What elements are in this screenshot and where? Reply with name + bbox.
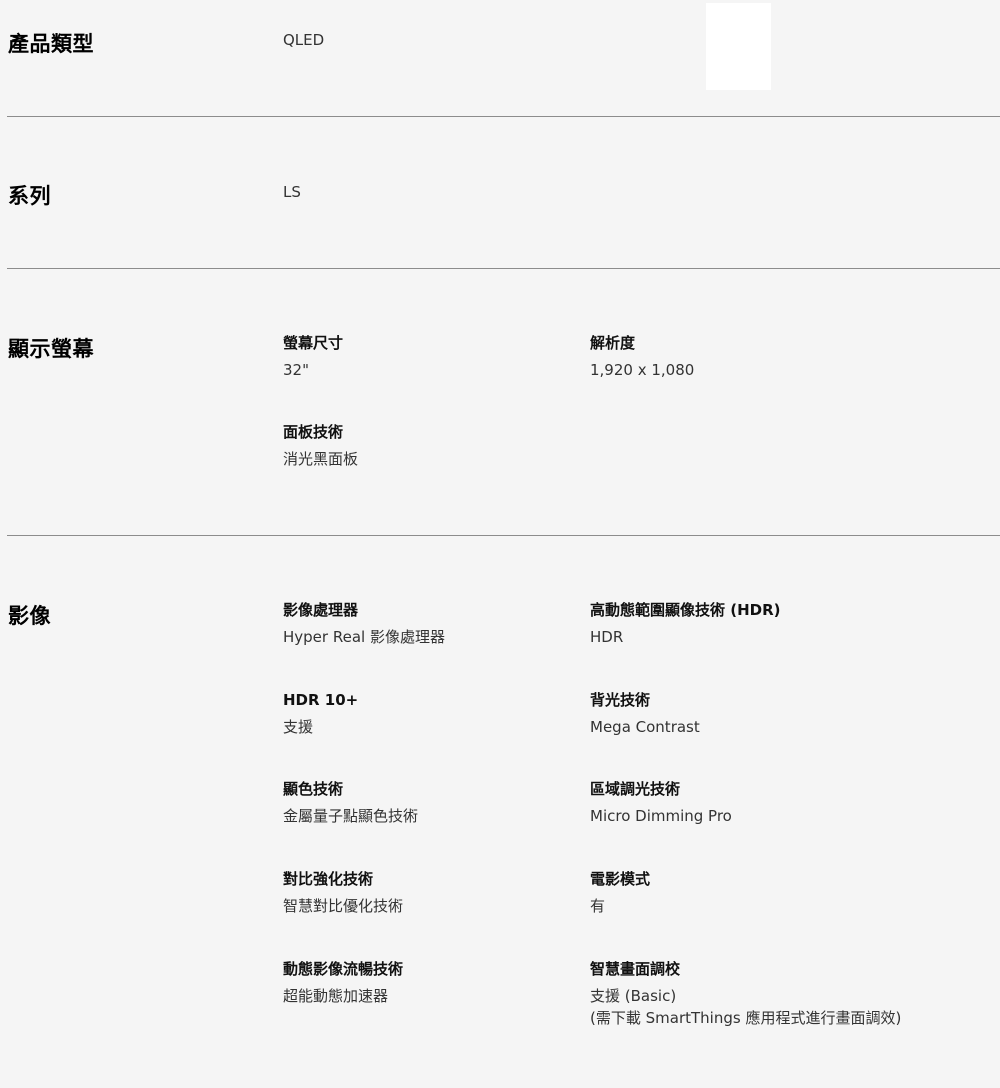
spec-label: 智慧畫面調校 <box>590 960 681 978</box>
spec-value: 超能動態加速器 <box>283 987 389 1005</box>
spec-item-local-dimming: 區域調光技術 Micro Dimming Pro <box>590 779 910 827</box>
spec-value: 金屬量子點顯色技術 <box>283 807 419 825</box>
spec-label: 動態影像流暢技術 <box>283 960 404 978</box>
spec-value: 支援 <box>283 718 314 736</box>
spec-item-film-mode: 電影模式 有 <box>590 869 910 917</box>
product-type-title: 產品類型 <box>8 32 94 56</box>
series-value: LS <box>283 183 301 201</box>
spec-label: 對比強化技術 <box>283 870 374 888</box>
display-title: 顯示螢幕 <box>8 337 94 361</box>
spec-value: 32" <box>283 361 309 379</box>
spec-item-hdr: 高動態範圍顯像技術 (HDR) HDR <box>590 600 990 648</box>
spec-item-image-processor: 影像處理器 Hyper Real 影像處理器 <box>283 600 603 648</box>
spec-item-smart-calibration: 智慧畫面調校 支援 (Basic) (需下載 SmartThings 應用程式進… <box>590 959 990 1029</box>
spec-label: 背光技術 <box>590 691 651 709</box>
spec-item-contrast-enhancer: 對比強化技術 智慧對比優化技術 <box>283 869 603 917</box>
spec-value: 有 <box>590 897 606 915</box>
spec-value: 消光黑面板 <box>283 450 359 468</box>
spec-value: HDR <box>590 628 624 646</box>
spec-value: Micro Dimming Pro <box>590 807 732 825</box>
spec-label: HDR 10+ <box>283 691 359 709</box>
spec-label: 影像處理器 <box>283 601 359 619</box>
spec-item-backlight: 背光技術 Mega Contrast <box>590 690 910 738</box>
spec-item-hdr10plus: HDR 10+ 支援 <box>283 690 603 738</box>
spec-item-resolution: 解析度 1,920 x 1,080 <box>590 333 910 381</box>
product-image-placeholder <box>706 3 771 90</box>
spec-label: 區域調光技術 <box>590 780 681 798</box>
spec-label: 面板技術 <box>283 423 344 441</box>
divider <box>7 535 1000 536</box>
spec-value: 1,920 x 1,080 <box>590 361 695 379</box>
spec-item-panel-tech: 面板技術 消光黑面板 <box>283 422 603 470</box>
series-title: 系列 <box>8 184 51 208</box>
spec-label: 高動態範圍顯像技術 (HDR) <box>590 601 781 619</box>
spec-value: 智慧對比優化技術 <box>283 897 404 915</box>
spec-page: 產品類型 QLED 系列 LS 顯示螢幕 螢幕尺寸 32" 解析度 1,920 … <box>0 0 1000 1088</box>
spec-value: Hyper Real 影像處理器 <box>283 628 445 646</box>
spec-label: 電影模式 <box>590 870 651 888</box>
spec-label: 解析度 <box>590 334 636 352</box>
divider <box>7 116 1000 117</box>
spec-item-color-tech: 顯色技術 金屬量子點顯色技術 <box>283 779 603 827</box>
spec-item-motion-tech: 動態影像流暢技術 超能動態加速器 <box>283 959 603 1007</box>
spec-value: 支援 (Basic) (需下載 SmartThings 應用程式進行畫面調效) <box>590 987 902 1027</box>
spec-label: 螢幕尺寸 <box>283 334 344 352</box>
divider <box>7 268 1000 269</box>
spec-value: Mega Contrast <box>590 718 700 736</box>
image-title: 影像 <box>8 604 51 628</box>
product-type-value: QLED <box>283 31 325 49</box>
spec-item-screen-size: 螢幕尺寸 32" <box>283 333 603 381</box>
spec-label: 顯色技術 <box>283 780 344 798</box>
